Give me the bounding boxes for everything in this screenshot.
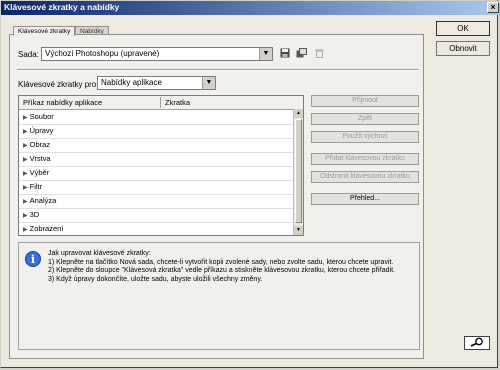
- table-row[interactable]: ▶ Soubor: [19, 110, 294, 125]
- window-title: Klávesové zkratky a nabídky: [4, 2, 120, 12]
- new-set-icon[interactable]: [295, 48, 307, 60]
- chevron-down-icon: ▼: [202, 77, 215, 89]
- table-row[interactable]: ▶ Analýza: [19, 194, 294, 209]
- magnifier-icon[interactable]: [464, 336, 490, 350]
- shortcuts-dialog: Klávesové zkratky a nabídky × Klávesové …: [0, 0, 500, 368]
- table-row[interactable]: ▶ Úpravy: [19, 124, 294, 139]
- info-icon: i: [25, 251, 41, 267]
- title-bar[interactable]: Klávesové zkratky a nabídky ×: [1, 1, 500, 15]
- chevron-down-icon: ▼: [259, 48, 272, 60]
- table-row[interactable]: ▶ 3D: [19, 208, 294, 223]
- shortcuts-for-label: Klávesové zkratky pro:: [18, 80, 99, 89]
- shortcuts-table: Příkaz nabídky aplikace Zkratka ▶ Soubor …: [18, 95, 304, 236]
- expand-triangle-icon[interactable]: ▶: [23, 139, 28, 153]
- set-label: Sada:: [18, 50, 39, 59]
- vertical-scrollbar[interactable]: ▲ ▼: [293, 109, 303, 235]
- expand-triangle-icon[interactable]: ▶: [23, 181, 28, 195]
- add-shortcut-button[interactable]: Přidat klávesovou zkratku: [311, 153, 419, 165]
- tab-keyboard-shortcuts[interactable]: Klávesové zkratky: [13, 26, 75, 36]
- column-divider[interactable]: [160, 97, 161, 108]
- save-icon[interactable]: [279, 48, 291, 60]
- expand-triangle-icon[interactable]: ▶: [23, 209, 28, 223]
- expand-triangle-icon[interactable]: ▶: [23, 167, 28, 181]
- set-select[interactable]: Výchozí Photoshopu (upravené) ▼: [41, 47, 273, 61]
- column-header-shortcut[interactable]: Zkratka: [165, 98, 190, 107]
- expand-triangle-icon[interactable]: ▶: [23, 111, 28, 125]
- expand-triangle-icon[interactable]: ▶: [23, 125, 28, 139]
- scroll-down-icon[interactable]: ▼: [294, 226, 303, 235]
- table-row[interactable]: ▶ Vrstva: [19, 152, 294, 167]
- table-row[interactable]: ▶ Obraz: [19, 138, 294, 153]
- shortcuts-for-value: Nabídky aplikace: [101, 78, 162, 87]
- table-row[interactable]: ▶ Filtr: [19, 180, 294, 195]
- separator: [17, 69, 419, 71]
- info-text: Jak upravovat klávesové zkratky: 1) Klep…: [48, 250, 395, 283]
- info-box: i Jak upravovat klávesové zkratky: 1) Kl…: [18, 242, 420, 350]
- table-header: Příkaz nabídky aplikace Zkratka: [19, 96, 303, 110]
- expand-triangle-icon[interactable]: ▶: [23, 223, 28, 235]
- expand-triangle-icon[interactable]: ▶: [23, 195, 28, 209]
- scroll-thumb[interactable]: [295, 119, 302, 223]
- remove-shortcut-button[interactable]: Odstranit klávesovou zkratku: [311, 171, 419, 183]
- expand-triangle-icon[interactable]: ▶: [23, 153, 28, 167]
- close-icon[interactable]: ×: [487, 2, 499, 13]
- table-row[interactable]: ▶ Výběr: [19, 166, 294, 181]
- undo-button[interactable]: Zpět: [311, 113, 419, 125]
- reset-button[interactable]: Obnovit: [436, 41, 490, 56]
- set-select-value: Výchozí Photoshopu (upravené): [45, 49, 160, 58]
- table-row[interactable]: ▶ Zobrazení: [19, 222, 294, 235]
- scroll-up-icon[interactable]: ▲: [294, 109, 303, 118]
- shortcuts-for-select[interactable]: Nabídky aplikace ▼: [97, 76, 216, 90]
- trash-icon[interactable]: [313, 48, 325, 60]
- use-default-button[interactable]: Použít výchozí: [311, 131, 419, 143]
- accept-button[interactable]: Přijmout: [311, 95, 419, 107]
- summarize-button[interactable]: Přehled...: [311, 193, 419, 205]
- column-header-command[interactable]: Příkaz nabídky aplikace: [23, 98, 102, 107]
- ok-button[interactable]: OK: [436, 21, 490, 36]
